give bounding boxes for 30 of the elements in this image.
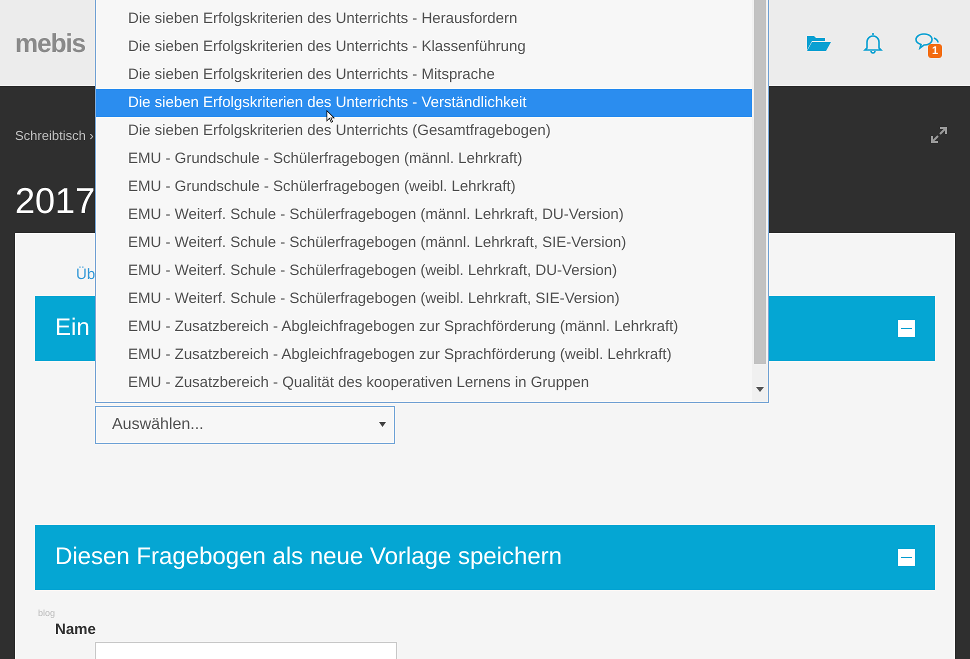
blog-label: blog [38,608,56,618]
dropdown-option[interactable]: EMU - Weiterf. Schule - Schülerfragebogen (weibl. Lehrkraft, DU-Version) [96,257,752,285]
collapse-icon[interactable] [898,320,915,337]
notification-bell-icon[interactable] [862,32,884,54]
dropdown-option[interactable]: EMU - Zusatzbereich - Qualität des kooperativen Lernens in Gruppen [96,369,752,397]
dropdown-option[interactable]: EMU - Weiterf. Schule - Schülerfragebogen (weibl. Lehrkraft, SIE-Version) [96,285,752,313]
collapse-icon[interactable] [898,548,915,566]
mouse-pointer-icon [326,110,335,123]
notification-badge: 1 [928,44,942,58]
dropdown-option[interactable]: EMU - Zusatzbereich - Abgleichfragebogen zur Sprachförderung (weibl. Lehrkraft) [96,341,752,369]
dropdown-option[interactable]: EMU - Weiterf. Schule - Schülerfragebogen (männl. Lehrkraft, DU-Version) [96,201,752,229]
dropdown-option[interactable]: EMU - Grundschule - Schülerfragebogen (weibl. Lehrkraft) [96,173,752,201]
dropdown-option[interactable]: EMU - Grundschule - Schülerfragebogen (männl. Lehrkraft) [96,145,752,173]
dropdown-option[interactable]: Die sieben Erfolgskriterien des Unterrichts - Mitsprache [96,61,752,89]
dropdown-option[interactable]: EMU - Zusatzbereich - Abgleichfragebogen zur Sprachförderung (männl. Lehrkraft) [96,313,752,341]
scrollbar[interactable] [752,0,768,402]
breadcrumb-link[interactable]: Schreibtisch › [15,128,94,142]
field-label: Name [55,620,96,638]
expand-icon[interactable] [931,127,947,143]
scroll-down-arrow-icon[interactable] [756,387,764,392]
dropdown-option[interactable]: Die sieben Erfolgskriterien des Unterrichts - Klassenführung [96,33,752,61]
dropdown-option[interactable]: Die sieben Erfolgskriterien des Unterrichts (Gesamtfragebogen) [96,117,752,145]
dropdown-option[interactable]: EMU - Weiterf. Schule - Schülerfragebogen (männl. Lehrkraft, SIE-Version) [96,229,752,257]
dropdown-option[interactable]: Die sieben Erfolgskriterien des Unterrichts - Herausfordern [96,5,752,33]
page-title: 2017 [15,183,96,223]
caret-icon [379,422,386,428]
template-select[interactable]: Auswählen... [95,406,395,444]
folder-icon[interactable] [806,34,832,52]
section-title: Ein [55,314,90,342]
section-title: Diesen Fragebogen als neue Vorlage speichern [55,543,562,572]
